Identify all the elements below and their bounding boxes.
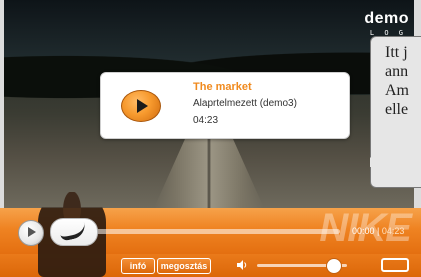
fullscreen-icon[interactable] <box>381 258 409 272</box>
info-button[interactable]: infó <box>121 258 155 274</box>
annotation-line: Itt j <box>385 44 408 61</box>
video-area[interactable]: demo L O G The market Alaprtelmezett (de… <box>4 0 414 208</box>
share-button[interactable]: megosztás <box>157 258 211 274</box>
time-separator: | <box>377 226 380 236</box>
swoosh-icon <box>58 222 88 242</box>
video-subtitle: Alaprtelmezett (demo3) <box>193 98 297 109</box>
annotation-text: Itt j ann Am elle <box>385 43 409 119</box>
volume-icon[interactable] <box>236 259 248 271</box>
annotation-bubble: Itt j ann Am elle <box>370 36 421 188</box>
annotation-line: elle <box>385 101 409 118</box>
video-player: demo L O G The market Alaprtelmezett (de… <box>0 0 421 277</box>
play-icon <box>28 227 36 237</box>
brand-logo: demo <box>364 10 409 27</box>
annotation-line: ann <box>385 63 409 80</box>
play-button[interactable] <box>18 220 44 246</box>
video-title[interactable]: The market <box>193 81 252 93</box>
video-info-card: The market Alaprtelmezett (demo3) 04:23 <box>100 72 350 139</box>
big-play-button[interactable] <box>121 90 161 122</box>
brand-logo-sub: L O G <box>369 29 406 37</box>
volume-knob[interactable] <box>326 258 342 274</box>
annotation-line: Am <box>385 82 409 99</box>
play-icon <box>137 99 148 113</box>
video-duration: 04:23 <box>193 115 219 126</box>
time-display: 00:00 | 04:23 <box>352 226 404 236</box>
time-current: 00:00 <box>352 226 375 236</box>
progress-knob[interactable] <box>50 218 98 246</box>
time-total: 04:23 <box>381 226 405 236</box>
